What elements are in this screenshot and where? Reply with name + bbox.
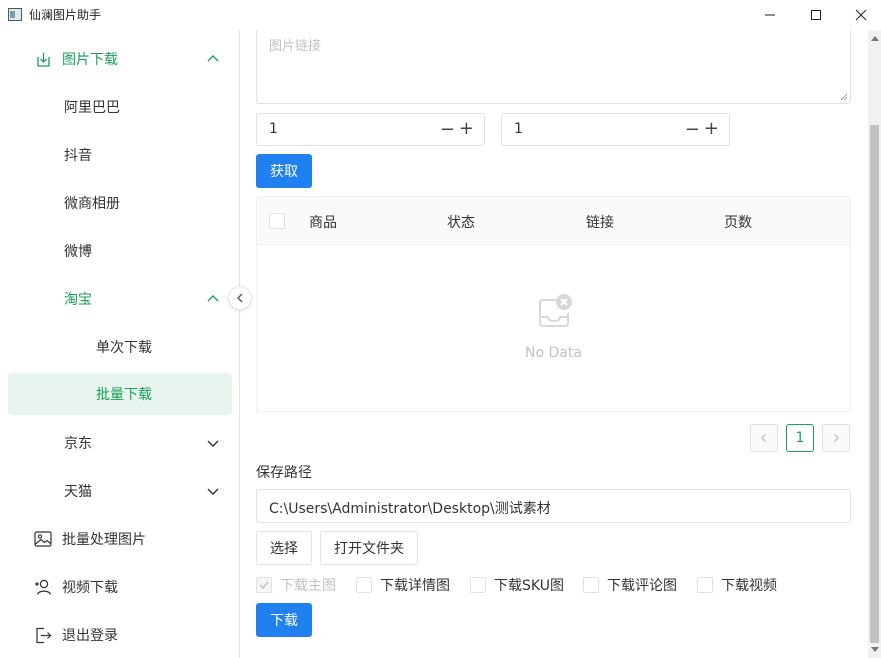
window-title: 仙澜图片助手: [29, 8, 102, 22]
sidebar-item-weishang-album[interactable]: 微商相册: [8, 182, 232, 224]
product-table: 商品 状态 链接 页数 No Data: [256, 196, 851, 412]
option-label: 下载评论图: [607, 578, 677, 594]
end-page-value: 1: [514, 121, 523, 137]
option-main-image[interactable]: 下载主图: [256, 575, 336, 595]
chevron-up-icon: [207, 295, 219, 302]
increment-button[interactable]: +: [704, 118, 719, 139]
chevron-right-icon: [834, 434, 839, 442]
sidebar-item-jd[interactable]: 京东: [8, 422, 232, 464]
sidebar-item-label: 退出登录: [62, 628, 118, 644]
option-label: 下载主图: [280, 578, 336, 594]
sidebar-item-image-download[interactable]: 图片下载: [8, 38, 232, 80]
choose-folder-button[interactable]: 选择: [256, 531, 312, 565]
table-header: 商品 状态 链接 页数: [257, 197, 850, 245]
link-textarea[interactable]: 图片链接: [256, 30, 851, 104]
scroll-up-icon[interactable]: [871, 36, 879, 41]
checkbox-detail-image[interactable]: [356, 577, 372, 593]
option-label: 下载视频: [721, 578, 777, 594]
sidebar-item-label: 图片下载: [62, 52, 118, 68]
column-header-product: 商品: [309, 215, 337, 231]
main-scrollbar[interactable]: [868, 30, 881, 658]
decrement-button[interactable]: −: [440, 119, 455, 140]
sidebar-item-label: 微博: [64, 244, 92, 260]
pagination-prev-button[interactable]: [750, 424, 778, 452]
end-page-input[interactable]: 1 − +: [501, 113, 730, 146]
option-video[interactable]: 下载视频: [697, 575, 777, 595]
title-bar: 仙澜图片助手: [0, 0, 881, 30]
sidebar-item-logout[interactable]: 退出登录: [8, 614, 232, 656]
sidebar-item-douyin[interactable]: 抖音: [8, 134, 232, 176]
sidebar-item-video-download[interactable]: 视频下载: [8, 566, 232, 608]
pagination-page-button[interactable]: 1: [786, 424, 814, 452]
chevron-up-icon: [207, 55, 219, 62]
open-folder-button[interactable]: 打开文件夹: [320, 531, 418, 565]
column-header-pages: 页数: [724, 215, 752, 231]
chevron-down-icon: [207, 488, 219, 495]
checkbox-sku-image[interactable]: [470, 577, 486, 593]
checkbox-review-image[interactable]: [583, 577, 599, 593]
empty-state-icon: [257, 293, 850, 335]
save-path-label: 保存路径: [256, 465, 312, 481]
sidebar-item-batch-download[interactable]: 批量下载: [8, 373, 232, 415]
minimize-icon: [765, 14, 775, 16]
resize-grip-icon[interactable]: [840, 93, 848, 101]
save-path-value: C:\Users\Administrator\Desktop\测试素材: [269, 501, 551, 517]
option-sku-image[interactable]: 下载SKU图: [470, 575, 564, 595]
sidebar-item-label: 批量处理图片: [62, 532, 146, 548]
link-placeholder: 图片链接: [269, 39, 322, 54]
download-button[interactable]: 下载: [256, 603, 312, 637]
sidebar-item-label: 阿里巴巴: [64, 100, 120, 116]
pagination-next-button[interactable]: [822, 424, 850, 452]
sidebar: 图片下载 阿里巴巴 抖音 微商相册 微博 淘宝 单次下载 批量下载 京东 天猫 …: [0, 30, 240, 658]
close-icon: [855, 9, 867, 21]
image-icon: [34, 530, 52, 548]
sidebar-collapse-button[interactable]: [228, 286, 252, 310]
sidebar-item-label: 天猫: [64, 484, 92, 500]
sidebar-item-label: 单次下载: [96, 340, 152, 356]
increment-button[interactable]: +: [459, 118, 474, 139]
scrollbar-thumb[interactable]: [870, 125, 879, 643]
start-page-value: 1: [269, 121, 278, 137]
minimize-button[interactable]: [747, 0, 793, 30]
sidebar-item-label: 视频下载: [62, 580, 118, 596]
sidebar-item-label: 京东: [64, 436, 92, 452]
logout-icon: [34, 626, 52, 644]
sidebar-item-label: 微商相册: [64, 196, 120, 212]
download-icon: [34, 50, 52, 68]
checkbox-video[interactable]: [697, 577, 713, 593]
save-path-input[interactable]: C:\Users\Administrator\Desktop\测试素材: [256, 489, 851, 523]
option-label: 下载详情图: [380, 578, 450, 594]
sidebar-item-batch-process[interactable]: 批量处理图片: [8, 518, 232, 560]
sidebar-item-label: 批量下载: [96, 387, 152, 403]
decrement-button[interactable]: −: [685, 119, 700, 140]
select-all-checkbox[interactable]: [269, 213, 285, 229]
main-content: 图片链接 1 − + 1 − + 获取 商品 状态 链接 页数 No Data …: [241, 30, 868, 658]
sidebar-item-label: 抖音: [64, 148, 92, 164]
start-page-input[interactable]: 1 − +: [256, 113, 485, 146]
chevron-down-icon: [207, 440, 219, 447]
maximize-button[interactable]: [793, 0, 839, 30]
sidebar-item-tmall[interactable]: 天猫: [8, 470, 232, 512]
sidebar-item-alibaba[interactable]: 阿里巴巴: [8, 86, 232, 128]
app-icon: [8, 8, 22, 21]
fetch-button[interactable]: 获取: [256, 154, 312, 188]
sidebar-item-label: 淘宝: [64, 292, 92, 308]
column-header-link: 链接: [586, 215, 614, 231]
checkbox-main-image[interactable]: [256, 577, 272, 593]
sidebar-item-weibo[interactable]: 微博: [8, 230, 232, 272]
option-detail-image[interactable]: 下载详情图: [356, 575, 450, 595]
close-button[interactable]: [838, 0, 881, 30]
scroll-down-icon[interactable]: [871, 647, 879, 652]
empty-state-text: No Data: [525, 345, 582, 361]
user-add-icon: [34, 578, 52, 596]
column-header-status: 状态: [447, 215, 475, 231]
option-review-image[interactable]: 下载评论图: [583, 575, 677, 595]
chevron-left-icon: [761, 434, 766, 442]
checkmark-icon: [259, 581, 269, 590]
chevron-left-icon: [237, 293, 243, 303]
maximize-icon: [811, 10, 821, 20]
sidebar-item-taobao[interactable]: 淘宝: [8, 278, 232, 320]
option-label: 下载SKU图: [494, 578, 564, 594]
sidebar-item-single-download[interactable]: 单次下载: [8, 326, 232, 368]
